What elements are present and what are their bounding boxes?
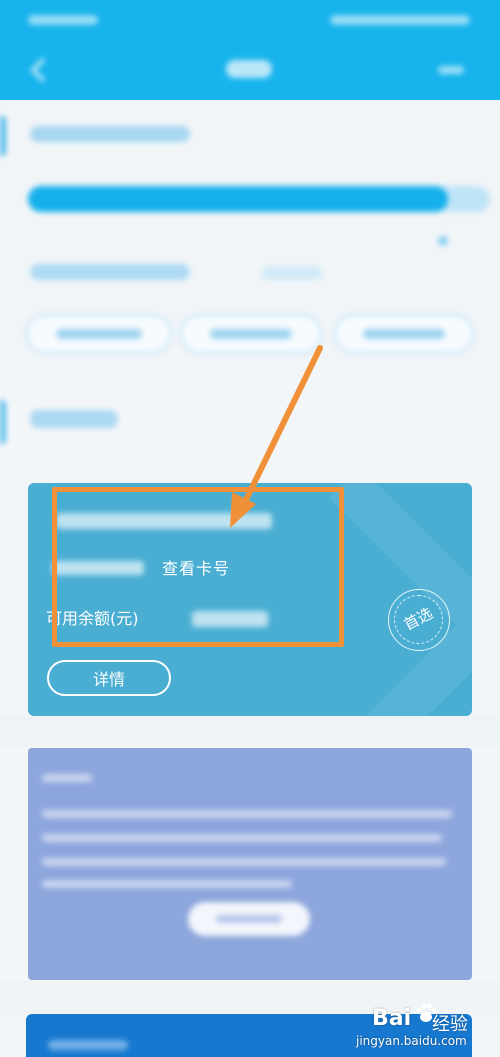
more-menu-icon[interactable] [438, 66, 464, 74]
status-bar-right [330, 10, 480, 30]
card-line [42, 880, 292, 888]
watermark-jingyan: 经验 [432, 1014, 468, 1035]
preferred-stamp-icon: 首选 [388, 589, 450, 651]
back-chevron-icon[interactable] [28, 56, 50, 84]
asset-progress-bar [28, 186, 490, 212]
card-line [42, 774, 92, 782]
asset-progress-fill [28, 186, 448, 212]
asset-summary [0, 100, 500, 362]
divider [0, 716, 500, 746]
section-title [30, 126, 190, 142]
total-assets-value [262, 266, 322, 280]
watermark-url: jingyan.baidu.com [356, 1034, 467, 1048]
progress-marker [438, 236, 448, 246]
section-accent [0, 116, 6, 156]
app-header [0, 0, 500, 100]
watermark-logo: Bai [372, 1006, 412, 1031]
secondary-account-card[interactable] [28, 748, 472, 980]
card-line [42, 834, 442, 842]
card-line [42, 810, 452, 818]
summary-button-2[interactable] [180, 314, 322, 354]
summary-button-3[interactable] [334, 314, 474, 354]
accounts-section-title [30, 410, 118, 428]
summary-button-1[interactable] [26, 314, 172, 354]
details-button[interactable]: 详情 [47, 660, 171, 696]
card-line [42, 858, 446, 866]
highlight-box [52, 487, 344, 647]
status-bar-left [28, 10, 108, 30]
total-assets-label [30, 264, 190, 280]
section-accent [0, 400, 6, 444]
page-title [226, 60, 272, 78]
secondary-card-button[interactable] [188, 902, 310, 936]
